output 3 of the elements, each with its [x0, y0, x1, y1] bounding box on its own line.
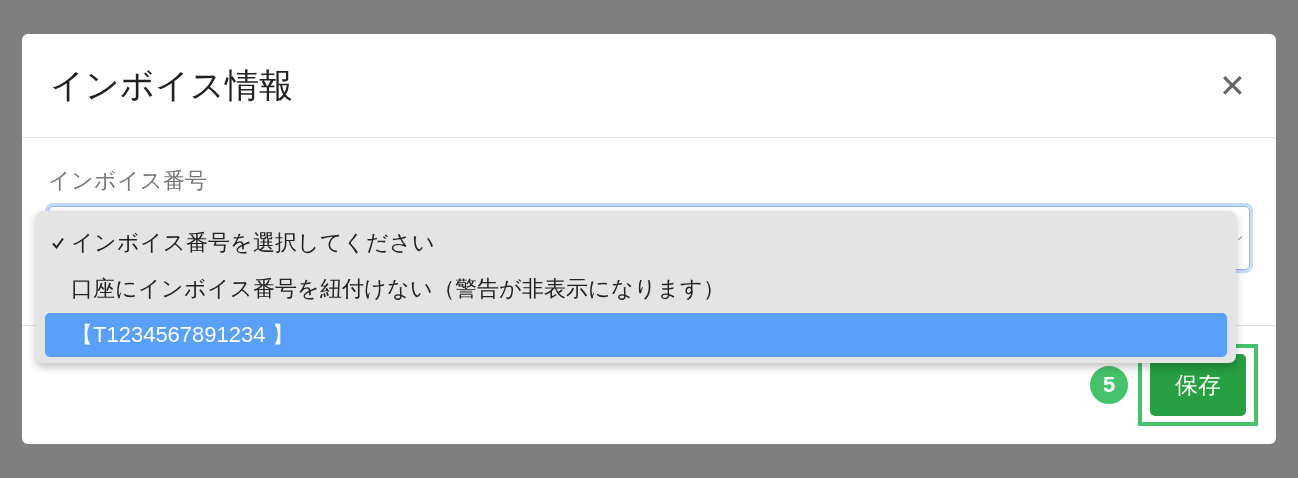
- field-label: インボイス番号: [48, 167, 208, 195]
- step-badge: 5: [1088, 364, 1130, 406]
- dialog-title: インボイス情報: [50, 64, 293, 106]
